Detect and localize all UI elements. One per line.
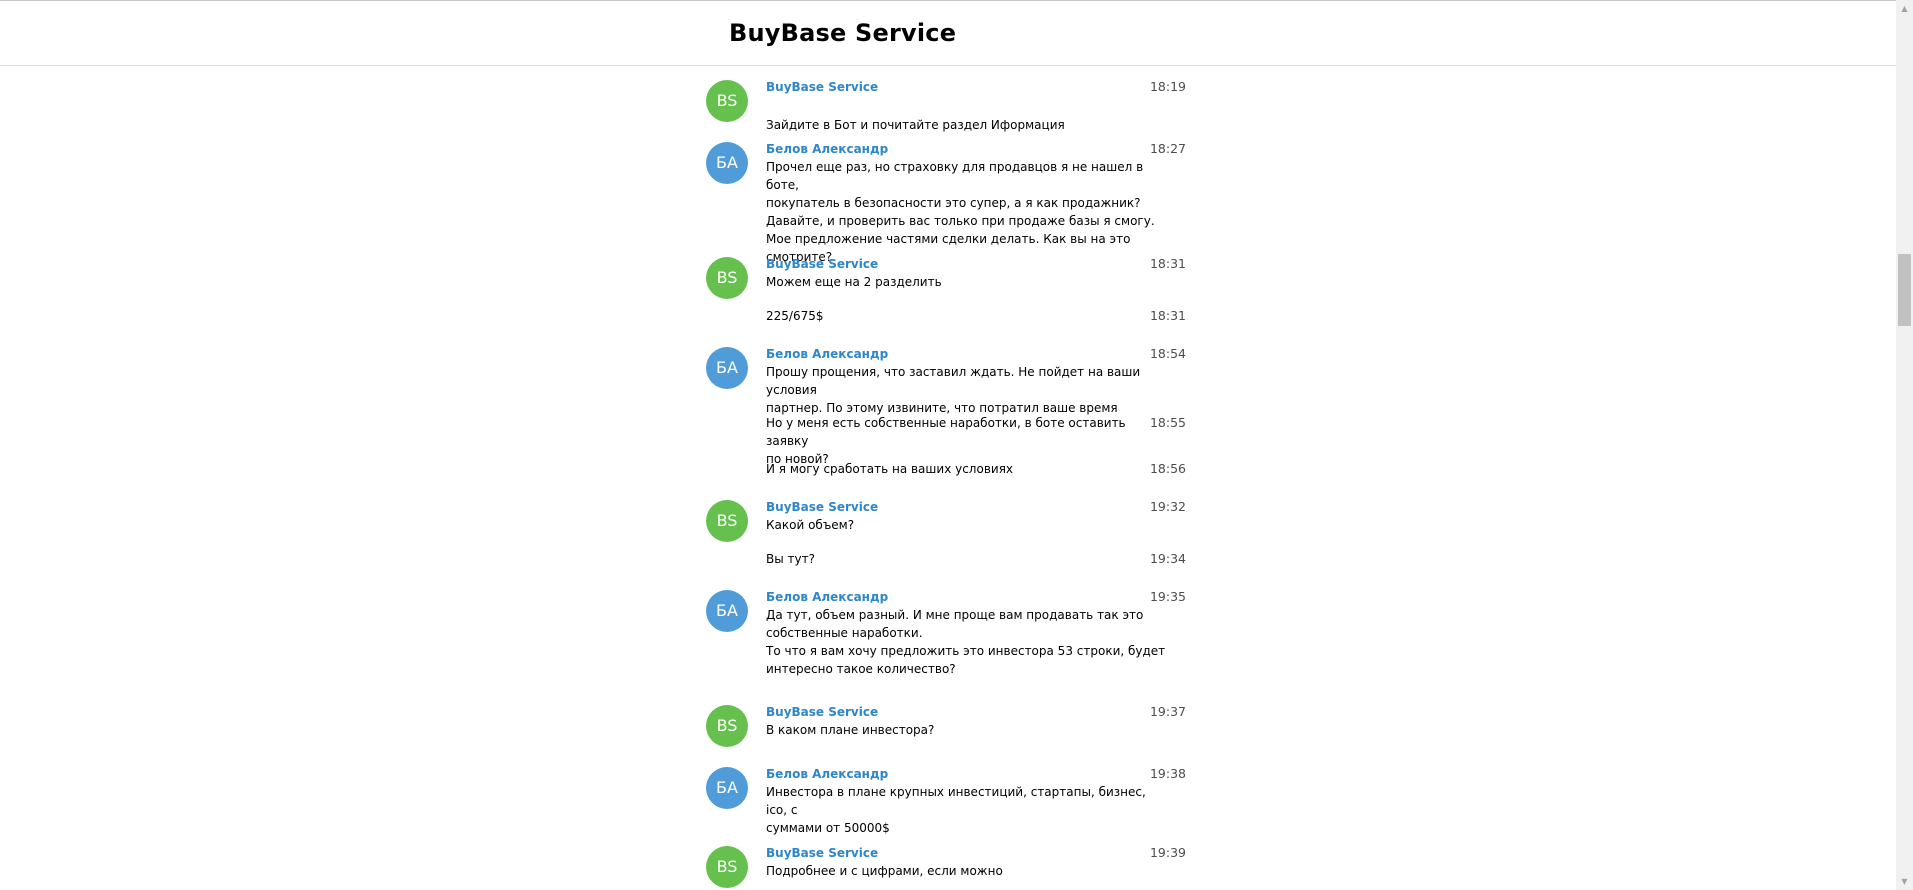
message: БА Белов Александр 19:38 Инвестора в пла… (706, 766, 1186, 835)
message-text: Прошу прощения, что заставил ждать. Не п… (766, 365, 1141, 415)
sender-name[interactable]: Белов Александр (766, 142, 888, 156)
message-time: 18:27 (1149, 141, 1186, 156)
scroll-up-arrow-icon[interactable]: ▲ (1896, 0, 1913, 17)
message: BS BuyBase Service 19:39 Подробнее и с ц… (706, 846, 1186, 890)
message-text: И я могу сработать на ваших условиях (766, 462, 1014, 476)
message: 19:34 Вы тут? (706, 552, 1186, 572)
chat-header: BuyBase Service (0, 1, 1896, 66)
sender-name[interactable]: BuyBase Service (766, 500, 878, 514)
message: BS BuyBase Service 18:31 Можем еще на 2 … (706, 257, 1186, 302)
message-text: 225/675$ (766, 309, 824, 323)
message-text: Да тут, объем разный. И мне проще вам пр… (766, 608, 1166, 676)
avatar[interactable]: BS (706, 705, 748, 747)
message-time: 19:35 (1149, 589, 1186, 604)
sender-name[interactable]: Белов Александр (766, 590, 888, 604)
message: 18:55 Но у меня есть собственные наработ… (706, 416, 1186, 467)
message-text: Инвестора в плане крупных инвестиций, ст… (766, 785, 1146, 835)
message: BS BuyBase Service 18:19 Зайдите в Бот и… (706, 79, 1186, 132)
message-list[interactable]: BS BuyBase Service 18:19 Зайдите в Бот и… (0, 66, 1896, 890)
message-text: В каком плане инвестора? (766, 723, 935, 737)
sender-name[interactable]: BuyBase Service (766, 257, 878, 271)
avatar[interactable]: БА (706, 590, 748, 632)
sender-name[interactable]: Белов Александр (766, 767, 888, 781)
message-text: Вы тут? (766, 552, 815, 566)
sender-name[interactable]: BuyBase Service (766, 80, 878, 94)
scroll-down-arrow-icon[interactable]: ▼ (1896, 873, 1913, 890)
avatar[interactable]: BS (706, 500, 748, 542)
avatar[interactable]: BS (706, 846, 748, 888)
sender-name[interactable]: Белов Александр (766, 347, 888, 361)
message-text: Зайдите в Бот и почитайте раздел Иформац… (766, 118, 1065, 132)
page-title: BuyBase Service (729, 19, 957, 47)
message: BS BuyBase Service 19:32 Какой объем? (706, 500, 1186, 545)
message-text: Можем еще на 2 разделить (766, 275, 942, 289)
avatar[interactable]: БА (706, 142, 748, 184)
message-time: 18:54 (1149, 346, 1186, 361)
scrollbar-thumb[interactable] (1898, 254, 1911, 326)
message-time: 18:31 (1149, 256, 1186, 271)
message-time: 19:38 (1149, 766, 1186, 781)
message-text: Подробнее и с цифрами, если можно (766, 864, 1003, 878)
avatar[interactable]: БА (706, 767, 748, 809)
message-time: 18:19 (1149, 79, 1186, 94)
avatar[interactable]: BS (706, 257, 748, 299)
message: BS BuyBase Service 19:37 В каком плане и… (706, 705, 1186, 750)
message-time: 19:39 (1149, 845, 1186, 860)
avatar[interactable]: BS (706, 80, 748, 122)
message: БА Белов Александр 19:35 Да тут, объем р… (706, 590, 1186, 690)
message-time: 19:32 (1149, 499, 1186, 514)
message: 18:31 225/675$ (706, 309, 1186, 329)
message-time: 19:37 (1149, 704, 1186, 719)
message: 18:56 И я могу сработать на ваших услови… (706, 462, 1186, 482)
sender-name[interactable]: BuyBase Service (766, 846, 878, 860)
message: БА Белов Александр 18:27 Прочел еще раз,… (706, 141, 1186, 264)
message: БА Белов Александр 18:54 Прошу прощения,… (706, 346, 1186, 415)
message-text: Какой объем? (766, 518, 855, 532)
message-text: Прочел еще раз, но страховку для продавц… (766, 160, 1155, 264)
avatar[interactable]: БА (706, 347, 748, 389)
vertical-scrollbar[interactable]: ▲ ▼ (1896, 0, 1913, 890)
sender-name[interactable]: BuyBase Service (766, 705, 878, 719)
